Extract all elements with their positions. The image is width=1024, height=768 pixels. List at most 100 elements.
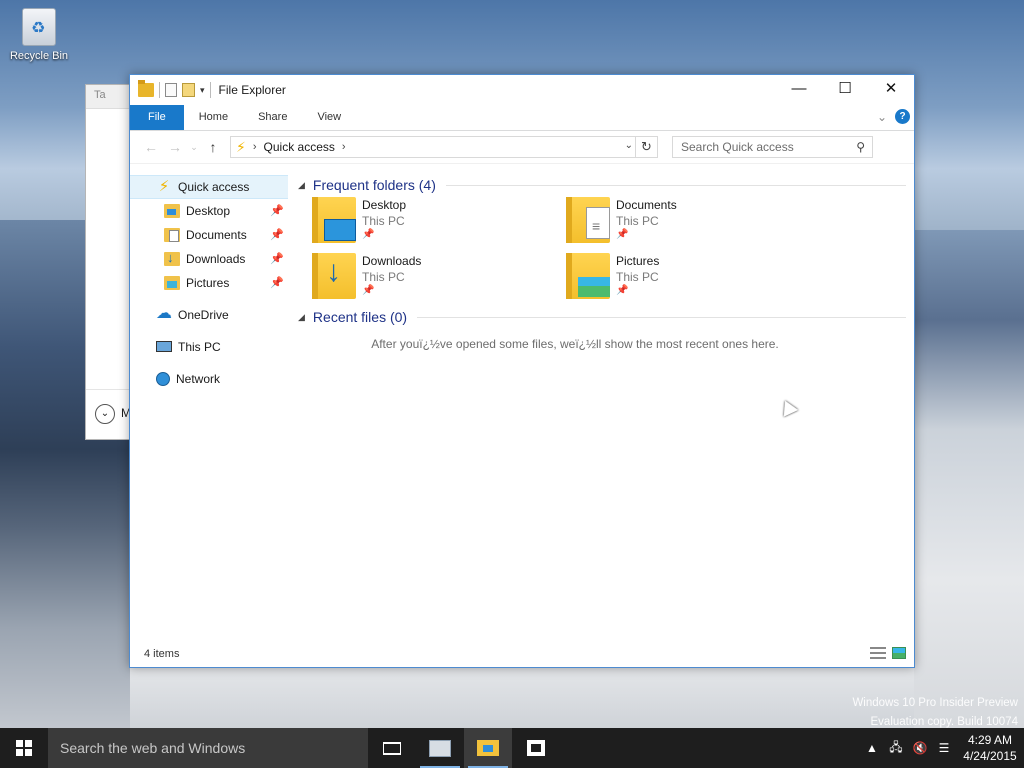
pin-icon[interactable]: 📌 [270,204,284,217]
nav-item-pictures[interactable]: Pictures 📌 [130,271,288,295]
clock[interactable]: 4:29 AM 4/24/2015 [956,732,1024,764]
properties-icon[interactable] [165,83,177,97]
customize-toolbar-dropdown-icon[interactable]: ▾ [200,85,205,96]
windows-logo-icon [16,740,32,756]
nav-item-network[interactable]: Network [130,367,288,391]
tab-home[interactable]: Home [184,105,243,130]
tab-file[interactable]: File [130,105,184,130]
system-tray: ▲ 🖧 🔇 ☰ 4:29 AM 4/24/2015 [860,728,1024,768]
network-disconnected-icon[interactable]: 🖧 [884,738,908,759]
start-button[interactable] [0,728,48,768]
nav-item-this-pc[interactable]: This PC [130,335,288,359]
expand-chevron-icon[interactable]: ⌄ [95,404,115,424]
status-bar: 4 items [130,641,914,667]
downloads-folder-icon [164,250,180,266]
window-controls: — ☐ ✕ [776,75,914,104]
pin-icon[interactable]: 📌 [270,252,284,265]
recycle-bin-desktop-icon[interactable]: Recycle Bin [6,8,72,62]
collapse-triangle-icon[interactable]: ◢ [298,180,305,191]
expand-ribbon-chevron-icon[interactable]: ⌄ [877,110,887,124]
refresh-icon[interactable]: ↻ [635,137,657,157]
search-input[interactable] [681,140,841,154]
minimize-button[interactable]: — [776,75,822,104]
pictures-folder-icon [164,276,180,290]
large-icons-view-icon[interactable] [892,647,906,659]
taskbar-app-button[interactable] [416,728,464,768]
quick-access-star-icon: ⚡ [236,138,246,155]
details-view-icon[interactable] [870,647,886,659]
new-folder-icon[interactable] [182,83,195,97]
address-bar[interactable]: ⚡ › Quick access › ⌄ ↻ [230,136,658,158]
ribbon-tabs: File Home Share View ⌄ ? [130,105,914,131]
group-divider [417,316,906,318]
folder-icon[interactable] [138,80,154,97]
tab-share[interactable]: Share [243,105,302,130]
address-history-chevron-icon[interactable]: ⌄ [625,140,633,151]
quick-access-toolbar: ▾ [130,80,211,98]
folder-tile-pictures[interactable]: Pictures This PC 📌 [566,251,820,307]
breadcrumb-separator-icon[interactable]: › [342,141,346,153]
navigation-pane: ⚡ Quick access Desktop 📌 Documents 📌 Dow… [130,175,288,641]
pin-icon: 📌 [616,285,629,296]
folder-tile-documents[interactable]: Documents This PC 📌 [566,195,820,251]
up-arrow-icon[interactable]: ↑ [202,136,224,158]
content-area: ◢ Frequent folders (4) Desktop This PC 📌… [296,175,914,641]
desktop-folder-icon [164,204,180,218]
nav-item-onedrive[interactable]: ☁ OneDrive [130,303,288,327]
back-arrow-icon[interactable]: ← [140,136,162,158]
downloads-folder-icon: ↓ [312,253,356,299]
pin-icon[interactable]: 📌 [270,276,284,289]
task-view-button[interactable] [368,728,416,768]
desktop-folder-icon [312,197,356,243]
folder-name: Pictures [616,254,660,268]
search-icon[interactable]: ⚲ [856,140,865,154]
pictures-folder-icon [566,253,610,299]
nav-item-label: Pictures [186,276,230,290]
tab-view[interactable]: View [302,105,356,130]
file-explorer-icon [477,740,499,756]
collapse-triangle-icon[interactable]: ◢ [298,312,305,323]
frequent-folders-list: Desktop This PC 📌 Documents This PC 📌 ↓ … [296,195,914,307]
pin-icon: 📌 [362,229,375,240]
close-button[interactable]: ✕ [868,75,914,104]
item-count: 4 items [144,648,180,660]
show-hidden-icons-chevron-icon[interactable]: ▲ [860,741,884,755]
pin-icon: 📌 [616,229,629,240]
recent-files-empty-message: After youï¿½ve opened some files, weï¿½l… [371,337,779,351]
file-explorer-window: ▾ File Explorer — ☐ ✕ File Home Share Vi… [129,74,915,668]
volume-muted-icon[interactable]: 🔇 [908,741,932,755]
action-center-icon[interactable]: ☰ [932,741,956,755]
folder-name: Downloads [362,254,422,268]
taskbar-file-explorer-button[interactable] [464,728,512,768]
maximize-button[interactable]: ☐ [822,75,868,104]
group-header-frequent[interactable]: ◢ Frequent folders (4) [296,175,914,195]
search-box[interactable]: ⚲ [672,136,873,158]
group-divider [445,184,906,186]
computer-icon [156,340,172,352]
taskbar-store-button[interactable] [512,728,560,768]
forward-arrow-icon[interactable]: → [164,136,186,158]
breadcrumb-quick-access[interactable]: Quick access [264,140,335,154]
folder-name: Documents [616,198,677,212]
watermark-line: Windows 10 Pro Insider Preview [852,697,1018,709]
nav-item-downloads[interactable]: Downloads 📌 [130,247,288,271]
nav-item-quick-access[interactable]: ⚡ Quick access [130,175,288,199]
group-header-recent[interactable]: ◢ Recent files (0) [296,307,914,327]
wallpaper-mountain-right [914,230,1024,730]
breadcrumb-separator-icon[interactable]: › [253,141,257,153]
pin-icon[interactable]: 📌 [270,228,284,241]
toolbar-divider [159,82,160,98]
nav-item-desktop[interactable]: Desktop 📌 [130,199,288,223]
nav-item-label: This PC [178,340,221,354]
folder-tile-desktop[interactable]: Desktop This PC 📌 [312,195,566,251]
folder-tile-downloads[interactable]: ↓ Downloads This PC 📌 [312,251,566,307]
recent-locations-chevron-icon[interactable]: ⌄ [188,136,200,158]
title-bar[interactable]: ▾ File Explorer — ☐ ✕ [130,75,914,105]
nav-item-label: Network [176,372,221,386]
nav-item-documents[interactable]: Documents 📌 [130,223,288,247]
cloud-icon: ☁ [156,305,172,322]
taskbar-search-box[interactable]: Search the web and Windows [48,728,368,768]
nav-item-label: Documents [186,228,247,242]
clock-time: 4:29 AM [967,733,1013,747]
help-icon[interactable]: ? [895,109,910,124]
